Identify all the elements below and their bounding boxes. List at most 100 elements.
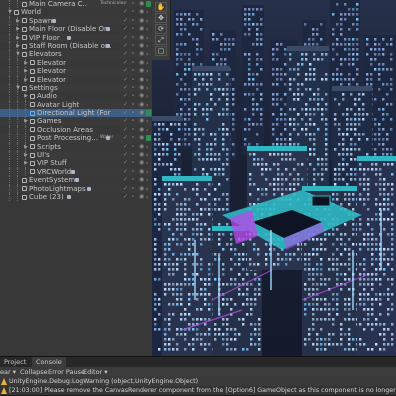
visibility-eye-icon[interactable]: ◉ — [139, 126, 144, 134]
editor-dropdown[interactable]: Editor ▾ — [83, 367, 108, 377]
open-prefab-arrow-icon[interactable]: › — [146, 194, 148, 202]
expand-arrow-right-icon[interactable]: ▶ — [15, 25, 21, 33]
expand-arrow-right-icon[interactable]: ▶ — [23, 76, 29, 84]
enabled-check-icon[interactable]: ✓ — [123, 117, 128, 125]
lock-toggle-icon[interactable]: ∘ — [131, 84, 135, 92]
hierarchy-row[interactable]: EventSystem ✓ ∘ ◉ › — [0, 176, 152, 185]
hierarchy-row[interactable]: ▼ Elevators ✓ ∘ ◉ › — [0, 50, 152, 59]
visibility-eye-icon[interactable]: ◉ — [139, 25, 144, 33]
visibility-eye-icon[interactable]: ◉ — [139, 101, 144, 109]
enabled-check-icon[interactable]: ✓ — [123, 134, 128, 142]
lock-toggle-icon[interactable]: ∘ — [131, 109, 135, 117]
hierarchy-row[interactable]: ▶ Elevator ✓ ∘ ◉ › — [0, 58, 152, 68]
console-message[interactable]: [21:03:00] Please remove the CanvasRende… — [0, 386, 396, 395]
lock-toggle-icon[interactable]: ∘ — [131, 92, 135, 100]
enabled-check-icon[interactable]: ✓ — [123, 34, 128, 42]
visibility-eye-icon[interactable]: ◉ — [139, 109, 144, 117]
error-pause-button[interactable]: Error Pause — [48, 367, 85, 377]
hierarchy-row[interactable]: ▼ Settings ✓ ∘ ◉ › — [0, 83, 152, 93]
enabled-check-icon[interactable]: ✓ — [123, 109, 128, 117]
lock-toggle-icon[interactable]: ∘ — [131, 134, 135, 142]
lock-toggle-icon[interactable]: ∘ — [131, 117, 135, 125]
visibility-eye-icon[interactable]: ◉ — [139, 67, 144, 75]
visibility-eye-icon[interactable]: ◉ — [139, 34, 144, 42]
enabled-check-icon[interactable]: ✓ — [123, 151, 128, 159]
visibility-eye-icon[interactable]: ◉ — [139, 185, 144, 193]
hierarchy-row[interactable]: ▶ Elevator ✓ ∘ ◉ › — [0, 75, 152, 84]
enabled-check-icon[interactable]: ✓ — [123, 0, 128, 8]
hierarchy-row[interactable]: VRCWorld ✓ ∘ ◉ › — [0, 167, 152, 177]
enabled-check-icon[interactable]: ✓ — [123, 143, 128, 151]
lock-toggle-icon[interactable]: ∘ — [131, 67, 135, 75]
hierarchy-row[interactable]: Post Processing... Water ✓ ∘ ◉ — [0, 134, 152, 143]
hierarchy-row[interactable]: Cube (23) ✓ ∘ ◉ › — [0, 192, 152, 202]
enabled-check-icon[interactable]: ✓ — [123, 176, 128, 184]
hierarchy-row[interactable]: ▶ Elevator ✓ ∘ ◉ › — [0, 67, 152, 76]
visibility-eye-icon[interactable]: ◉ — [139, 143, 144, 151]
hierarchy-row[interactable]: ▶ VIP Floor ✓ ∘ ◉ › — [0, 33, 152, 42]
lock-toggle-icon[interactable]: ∘ — [131, 76, 135, 84]
expand-arrow-right-icon[interactable]: ▶ — [23, 92, 29, 100]
enabled-check-icon[interactable]: ✓ — [123, 101, 128, 109]
hierarchy-row[interactable]: ▶ Games ✓ ∘ ◉ › — [0, 117, 152, 126]
move-tool-icon[interactable]: ✥ — [155, 13, 167, 23]
scale-tool-icon[interactable]: ⤢ — [155, 35, 167, 45]
expand-arrow-right-icon[interactable]: ▶ — [23, 117, 29, 125]
expand-arrow-down-icon[interactable]: ▼ — [15, 84, 21, 92]
visibility-eye-icon[interactable]: ◉ — [139, 117, 144, 125]
enabled-check-icon[interactable]: ✓ — [123, 168, 128, 176]
lock-toggle-icon[interactable]: ∘ — [131, 193, 135, 201]
console-message[interactable]: UnityEngine.Debug:LogWarning (object,Uni… — [0, 377, 396, 386]
expand-arrow-right-icon[interactable]: ▶ — [15, 17, 21, 25]
expand-arrow-right-icon[interactable]: ▶ — [15, 42, 21, 50]
enabled-check-icon[interactable]: ✓ — [123, 126, 128, 134]
lock-toggle-icon[interactable]: ∘ — [131, 143, 135, 151]
visibility-eye-icon[interactable]: ◉ — [139, 159, 144, 167]
hierarchy-row[interactable]: Occlusion Areas ✓ ∘ ◉ › — [0, 125, 152, 135]
scene-view[interactable]: ✋ ✥ ⟳ ⤢ ▢ — [152, 0, 396, 356]
expand-arrow-right-icon[interactable]: ▶ — [23, 59, 29, 67]
visibility-eye-icon[interactable]: ◉ — [139, 59, 144, 67]
hand-tool-icon[interactable]: ✋ — [155, 2, 167, 12]
enabled-check-icon[interactable]: ✓ — [123, 92, 128, 100]
expand-arrow-down-icon[interactable]: ▼ — [7, 8, 13, 16]
visibility-eye-icon[interactable]: ◉ — [139, 42, 144, 50]
collapse-button[interactable]: Collapse — [20, 367, 48, 377]
lock-toggle-icon[interactable]: ∘ — [131, 151, 135, 159]
enabled-check-icon[interactable]: ✓ — [123, 76, 128, 84]
hierarchy-row[interactable]: ▶ Main Floor (Disable On... ✓ ∘ ◉ › — [0, 25, 152, 34]
hierarchy-row[interactable]: ▶ Audio ✓ ∘ ◉ › — [0, 92, 152, 101]
lock-toggle-icon[interactable]: ∘ — [131, 34, 135, 42]
enabled-check-icon[interactable]: ✓ — [123, 84, 128, 92]
lock-toggle-icon[interactable]: ∘ — [131, 59, 135, 67]
visibility-eye-icon[interactable]: ◉ — [139, 8, 144, 16]
visibility-eye-icon[interactable]: ◉ — [139, 17, 144, 25]
visibility-eye-icon[interactable]: ◉ — [139, 76, 144, 84]
lock-toggle-icon[interactable]: ∘ — [131, 42, 135, 50]
enabled-check-icon[interactable]: ✓ — [123, 193, 128, 201]
enabled-check-icon[interactable]: ✓ — [123, 25, 128, 33]
hierarchy-row[interactable]: ▶ UI's ✓ ∘ ◉ › — [0, 151, 152, 160]
lock-toggle-icon[interactable]: ∘ — [131, 101, 135, 109]
expand-arrow-right-icon[interactable]: ▶ — [23, 159, 29, 167]
hierarchy-row[interactable]: ▶ Spawn ✓ ∘ ◉ › — [0, 16, 152, 26]
enabled-check-icon[interactable]: ✓ — [123, 50, 128, 58]
hierarchy-row[interactable]: ▼ World ✓ ∘ ◉ › — [0, 8, 152, 17]
visibility-eye-icon[interactable]: ◉ — [139, 176, 144, 184]
rotate-tool-icon[interactable]: ⟳ — [155, 24, 167, 34]
hierarchy-row[interactable]: Directional Light (For D...✓∘◉ — [0, 109, 152, 118]
lock-toggle-icon[interactable]: ∘ — [131, 25, 135, 33]
visibility-eye-icon[interactable]: ◉ — [139, 151, 144, 159]
expand-arrow-right-icon[interactable]: ▶ — [23, 151, 29, 159]
enabled-check-icon[interactable]: ✓ — [123, 8, 128, 16]
expand-arrow-right-icon[interactable]: ▶ — [23, 143, 29, 151]
hierarchy-row[interactable]: PhotoLightmaps ✓ ∘ ◉ › — [0, 184, 152, 193]
hierarchy-row[interactable]: Main Camera C.. Technicolor ✓ ∘ ◉ — [0, 0, 152, 9]
enabled-check-icon[interactable]: ✓ — [123, 59, 128, 67]
enabled-check-icon[interactable]: ✓ — [123, 17, 128, 25]
enabled-check-icon[interactable]: ✓ — [123, 67, 128, 75]
clear-dropdown[interactable]: ear ▾ — [0, 367, 16, 377]
visibility-eye-icon[interactable]: ◉ — [139, 50, 144, 58]
hierarchy-row[interactable]: Avatar Light ✓ ∘ ◉ › — [0, 100, 152, 110]
visibility-eye-icon[interactable]: ◉ — [139, 0, 144, 8]
